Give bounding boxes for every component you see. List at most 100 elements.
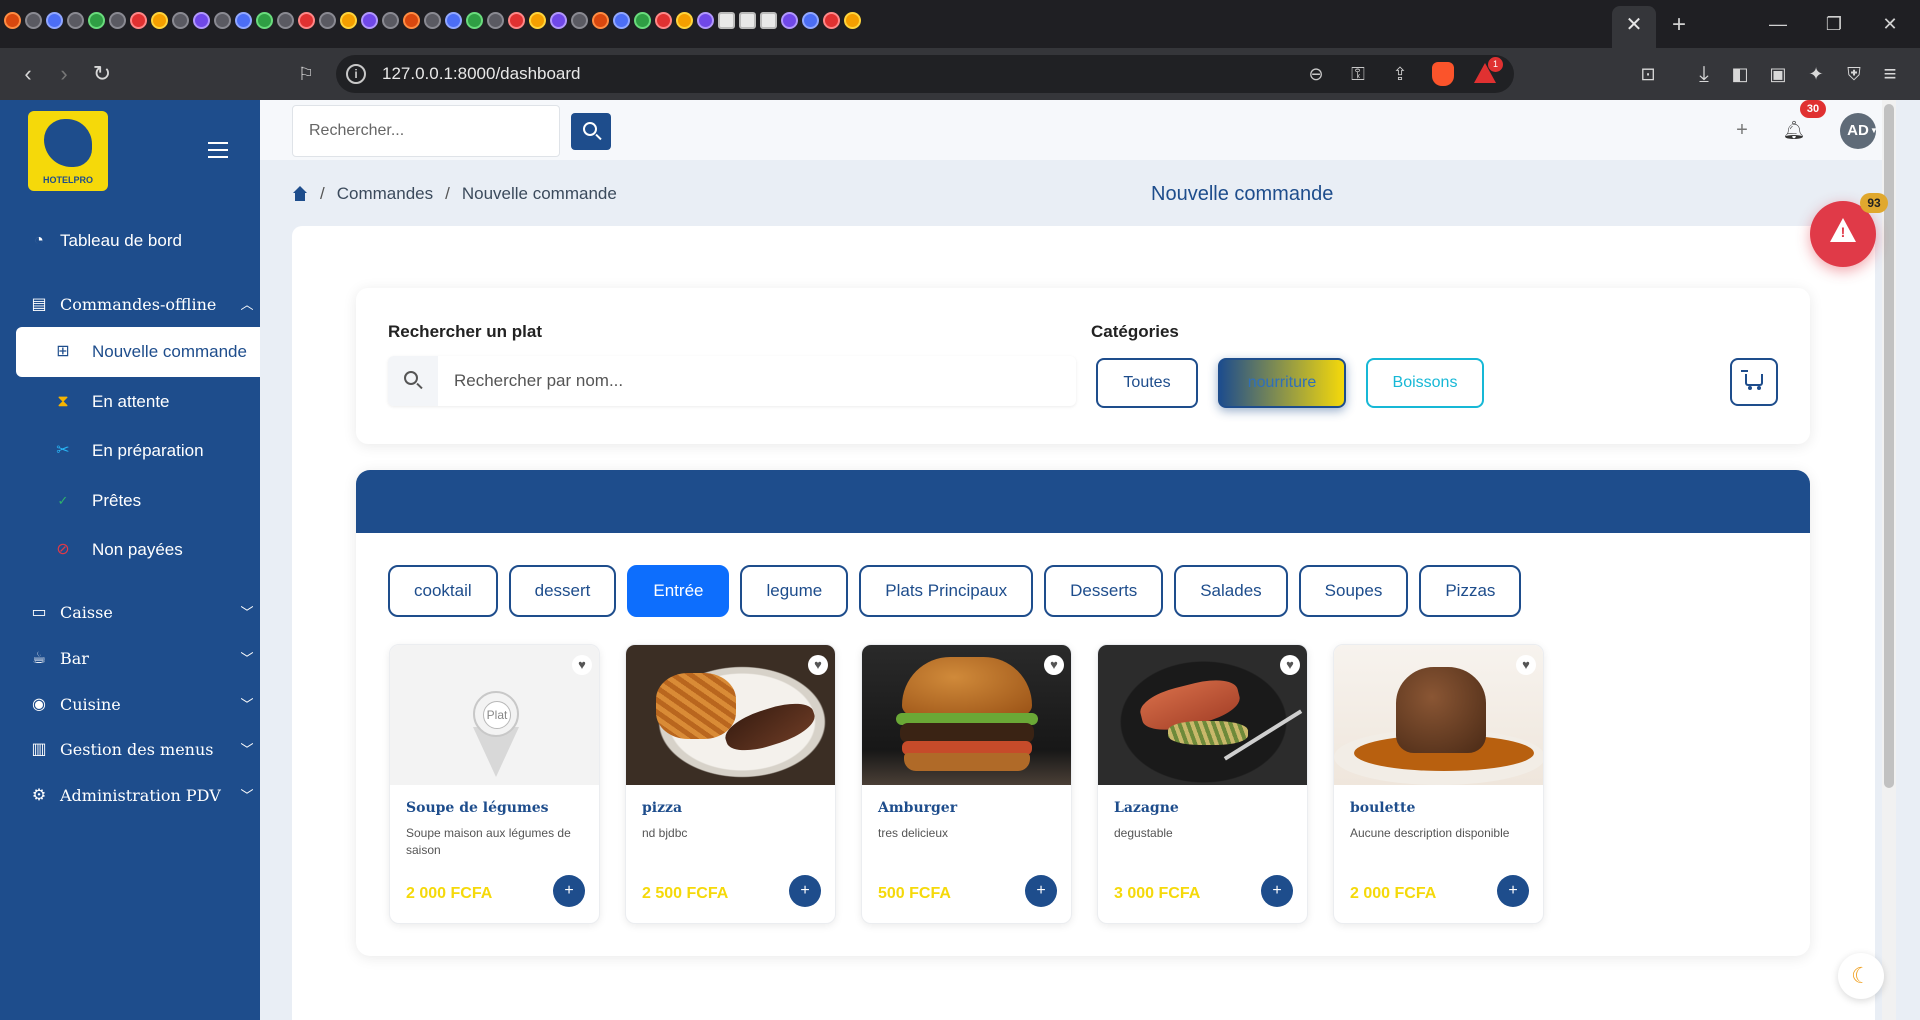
close-tab-icon[interactable]: ✕ [1620,11,1648,39]
category-button-nourriture[interactable]: nourriture [1218,358,1346,408]
wallet-icon[interactable]: ▣ [1762,58,1794,90]
tab-favicon-icon[interactable] [403,12,420,29]
back-icon[interactable]: ‹ [12,58,44,90]
tab-favicon-icon[interactable] [718,12,735,29]
tab-favicon-icon[interactable] [760,12,777,29]
tab-favicon-icon[interactable] [571,12,588,29]
tab-favicon-icon[interactable] [340,12,357,29]
sidebar-item-gestion-menus[interactable]: ▥ Gestion des menus ﹀ [0,727,260,773]
favorite-heart-icon[interactable]: ♥ [1044,655,1064,675]
favorite-heart-icon[interactable]: ♥ [572,655,592,675]
sidebar-subitem-nouvelle-commande[interactable]: ⊞ Nouvelle commande [16,327,260,377]
tab-favicon-icon[interactable] [739,12,756,29]
sidebar-subitem-en-attente[interactable]: ⧗ En attente [16,377,260,427]
tab-cooktail[interactable]: cooktail [388,565,498,617]
home-icon[interactable] [292,186,308,202]
sidebar-subitem-en-preparation[interactable]: ✂ En préparation [16,426,260,476]
tab-favicon-icon[interactable] [781,12,798,29]
favorite-heart-icon[interactable]: ♥ [808,655,828,675]
screenshot-icon[interactable]: ⊡ [1632,58,1664,90]
leo-ai-icon[interactable]: ✦ [1800,58,1832,90]
tab-favicon-icon[interactable] [676,12,693,29]
sidebar-toggle-icon[interactable]: ◧ [1724,58,1756,90]
tab-favicon-icon[interactable] [424,12,441,29]
reload-icon[interactable]: ↻ [86,58,118,90]
restore-window-icon[interactable]: ❐ [1814,9,1854,39]
add-icon[interactable]: + [1728,116,1756,144]
minimize-window-icon[interactable]: — [1758,9,1798,39]
dish-card[interactable]: ♥ pizza nd bjdbc 2 500 FCFA + [625,644,836,924]
tab-favicon-icon[interactable] [319,12,336,29]
tab-favicon-icon[interactable] [151,12,168,29]
tab-plats-principaux[interactable]: Plats Principaux [859,565,1034,617]
sidebar-item-caisse[interactable]: ▭ Caisse ﹀ [0,590,260,636]
category-button-toutes[interactable]: Toutes [1096,358,1198,408]
key-icon[interactable]: ⚿ [1344,60,1372,88]
tab-favicon-icon[interactable] [172,12,189,29]
favorite-heart-icon[interactable]: ♥ [1280,655,1300,675]
hamburger-menu-icon[interactable] [208,142,228,158]
bell-icon[interactable]: 🔔︎ [1780,116,1808,144]
tab-favicon-icon[interactable] [592,12,609,29]
download-icon[interactable]: ⤓ [1688,58,1720,90]
tab-favicon-icon[interactable] [634,12,651,29]
sidebar-subitem-pretes[interactable]: ✓ Prêtes [16,476,260,526]
category-button-boissons[interactable]: Boissons [1366,358,1484,408]
dish-card[interactable]: ♥ boulette Aucune description disponible… [1333,644,1544,924]
new-tab-button[interactable]: + [1664,10,1694,40]
browser-menu-icon[interactable]: ≡ [1874,58,1906,90]
favorite-heart-icon[interactable]: ♥ [1516,655,1536,675]
tab-salades[interactable]: Salades [1174,565,1288,617]
sidebar-item-bar[interactable]: ☕ Bar ﹀ [0,636,260,682]
tab-favicon-icon[interactable] [277,12,294,29]
sidebar-item-administration-pdv[interactable]: ⚙ Administration PDV ﹀ [0,773,260,819]
tab-favicon-icon[interactable] [67,12,84,29]
tab-favicon-icon[interactable] [256,12,273,29]
tab-favicon-icon[interactable] [109,12,126,29]
tab-favicon-icon[interactable] [697,12,714,29]
address-url[interactable]: 127.0.0.1:8000/dashboard [382,55,581,93]
tab-favicon-icon[interactable] [130,12,147,29]
sidebar-subitem-non-payees[interactable]: ⊘ Non payées [16,525,260,575]
tab-favicon-icon[interactable] [4,12,21,29]
add-to-cart-button[interactable]: + [1261,875,1293,907]
tab-entree[interactable]: Entrée [627,565,730,617]
vpn-icon[interactable]: ⛨ [1838,58,1870,90]
add-to-cart-button[interactable]: + [1497,875,1529,907]
cart-button[interactable] [1730,358,1778,406]
dish-card[interactable]: ♥ Lazagne degustable 3 000 FCFA + [1097,644,1308,924]
dish-card[interactable]: Plat ♥ Soupe de légumes Soupe maison aux… [389,644,600,924]
tab-favicon-icon[interactable] [193,12,210,29]
dish-card[interactable]: ♥ Amburger tres delicieux 500 FCFA + [861,644,1072,924]
tab-soupes[interactable]: Soupes [1298,565,1409,617]
sidebar-item-cuisine[interactable]: ◉ Cuisine ﹀ [0,682,260,728]
brave-shields-icon[interactable] [1432,62,1454,86]
tab-favicon-icon[interactable] [382,12,399,29]
sidebar-item-commandes-offline[interactable]: ▤ Commandes-offline ︿ [0,282,260,328]
site-info-icon[interactable]: i [346,64,366,84]
add-to-cart-button[interactable]: + [789,875,821,907]
add-to-cart-button[interactable]: + [553,875,585,907]
tab-favicon-icon[interactable] [550,12,567,29]
hotelpro-logo[interactable]: HOTELPRO [28,111,108,191]
tab-desserts[interactable]: Desserts [1044,565,1164,617]
global-search-button[interactable] [571,113,611,150]
tab-favicon-icon[interactable] [214,12,231,29]
dish-search-input[interactable] [454,356,1054,406]
tab-favicon-icon[interactable] [613,12,630,29]
tab-favicon-icon[interactable] [235,12,252,29]
tab-favicon-icon[interactable] [487,12,504,29]
tab-favicon-icon[interactable] [46,12,63,29]
tab-favicon-icon[interactable] [466,12,483,29]
caret-down-icon[interactable]: ▼ [1870,126,1880,136]
tab-favicon-icon[interactable] [298,12,315,29]
tab-favicon-icon[interactable] [802,12,819,29]
forward-icon[interactable]: › [48,58,80,90]
tab-pizzas[interactable]: Pizzas [1419,565,1522,617]
tab-favicon-icon[interactable] [361,12,378,29]
close-window-icon[interactable]: ✕ [1870,9,1910,39]
sidebar-item-dashboard[interactable]: ◔ Tableau de bord [0,218,260,264]
tab-favicon-icon[interactable] [823,12,840,29]
tab-favicon-icon[interactable] [25,12,42,29]
breadcrumb-item-commandes[interactable]: Commandes [337,184,433,204]
